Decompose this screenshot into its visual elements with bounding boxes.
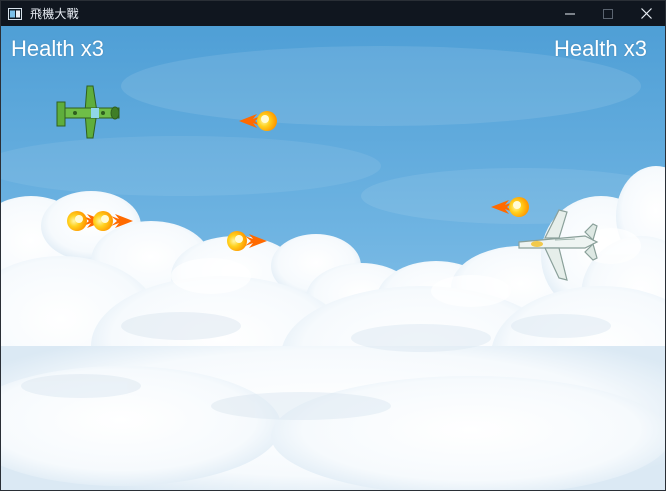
title-bar[interactable]: 飛機大戰 bbox=[1, 1, 665, 26]
window-title: 飛機大戰 bbox=[30, 7, 79, 21]
player-plane bbox=[56, 85, 120, 139]
player-health-label: Health x3 bbox=[11, 36, 104, 61]
maximize-icon bbox=[603, 8, 613, 19]
app-icon bbox=[7, 6, 23, 22]
fireball-projectile bbox=[239, 111, 277, 131]
game-canvas[interactable]: Health x3 Health x3 bbox=[1, 26, 665, 490]
fireball-projectile bbox=[491, 197, 529, 217]
minimize-button[interactable] bbox=[551, 1, 589, 26]
close-icon bbox=[640, 8, 652, 19]
enemy-plane bbox=[518, 209, 599, 281]
close-button[interactable] bbox=[627, 1, 665, 26]
fireball-projectile bbox=[93, 211, 133, 231]
maximize-button[interactable] bbox=[589, 1, 627, 26]
window-controls bbox=[551, 1, 665, 26]
enemy-health-label: Health x3 bbox=[554, 36, 647, 61]
minimize-icon bbox=[565, 13, 575, 14]
fireball-projectile bbox=[227, 231, 267, 251]
game-window: 飛機大戰 Health x3 Health x3 bbox=[0, 0, 666, 491]
